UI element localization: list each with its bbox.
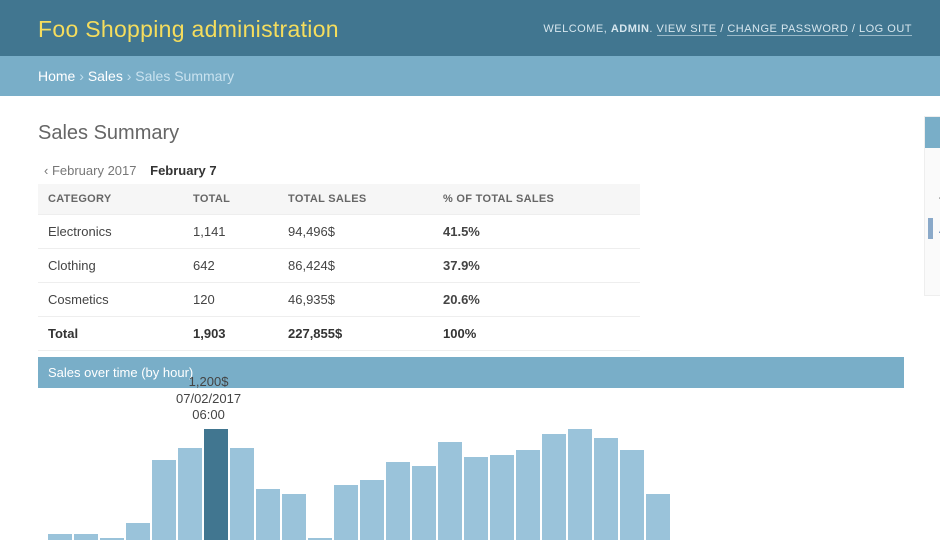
date-current: February 7 [150, 163, 216, 178]
cell-pct: 20.6% [433, 283, 640, 317]
sales-summary-table: CATEGORY TOTAL TOTAL SALES % OF TOTAL SA… [38, 184, 640, 351]
user-links: WELCOME, ADMIN. VIEW SITE / CHANGE PASSW… [543, 23, 912, 35]
chart-bar[interactable] [438, 442, 462, 540]
cell-pct: 37.9% [433, 249, 640, 283]
chart-bar[interactable] [490, 455, 514, 540]
cell-total: 1,141 [183, 215, 278, 249]
cell-total-sales: 46,935$ [278, 283, 433, 317]
tooltip-value: 1,200$ [189, 374, 229, 389]
cell-total-sales: 94,496$ [278, 215, 433, 249]
chart-bar[interactable] [412, 466, 436, 540]
chart-bar[interactable] [620, 450, 644, 540]
chart-bar[interactable] [464, 457, 488, 540]
dot: . [649, 23, 656, 35]
chart-bar[interactable] [516, 450, 540, 540]
welcome-label: WELCOME, [543, 23, 610, 35]
chart-bar[interactable] [74, 534, 98, 540]
chart-bar[interactable] [360, 480, 384, 540]
table-total-row: Total1,903227,855$100% [38, 317, 640, 351]
chart-bar[interactable] [568, 429, 592, 540]
sales-chart-container: 1,200$ 07/02/2017 06:00 [38, 388, 904, 540]
th-total: TOTAL [183, 184, 278, 215]
admin-username: ADMIN [611, 23, 650, 35]
chart-bar[interactable] [178, 448, 202, 540]
tooltip-date: 07/02/2017 [176, 391, 241, 406]
date-back-link[interactable]: ‹ February 2017 [44, 163, 137, 178]
cell-pct: 100% [433, 317, 640, 351]
chart-bar[interactable] [152, 460, 176, 540]
table-header-row: CATEGORY TOTAL TOTAL SALES % OF TOTAL SA… [38, 184, 640, 215]
cell-category: Total [38, 317, 183, 351]
chart-bar[interactable] [256, 489, 280, 540]
filter-option-all[interactable]: All [928, 218, 940, 239]
table-row: Clothing64286,424$37.9% [38, 249, 640, 283]
cell-total: 642 [183, 249, 278, 283]
cell-category: Clothing [38, 249, 183, 283]
chart-bar[interactable] [594, 438, 618, 540]
chart-bar[interactable] [204, 429, 228, 540]
breadcrumb: Home › Sales › Sales Summary [0, 56, 940, 96]
chart-tooltip: 1,200$ 07/02/2017 06:00 [176, 374, 241, 423]
breadcrumb-home[interactable]: Home [38, 68, 75, 84]
change-password-link[interactable]: CHANGE PASSWORD [727, 23, 848, 36]
th-total-sales: TOTAL SALES [278, 184, 433, 215]
breadcrumb-sep: › [75, 68, 87, 84]
view-site-link[interactable]: VIEW SITE [657, 23, 717, 36]
chart-bar[interactable] [230, 448, 254, 540]
th-category: CATEGORY [38, 184, 183, 215]
sales-over-time-header: Sales over time (by hour) [38, 357, 904, 388]
cell-pct: 41.5% [433, 215, 640, 249]
sep: / [717, 23, 728, 35]
tooltip-time: 06:00 [192, 407, 225, 422]
chart-bar[interactable] [646, 494, 670, 540]
breadcrumb-sep: › [123, 68, 135, 84]
cell-total-sales: 227,855$ [278, 317, 433, 351]
date-navigation: ‹ February 2017 February 7 [44, 163, 904, 178]
breadcrumb-sales[interactable]: Sales [88, 68, 123, 84]
cell-total: 120 [183, 283, 278, 317]
brand-title: Foo Shopping administration [38, 16, 339, 43]
cell-category: Electronics [38, 215, 183, 249]
chart-bar[interactable] [48, 534, 72, 540]
log-out-link[interactable]: LOG OUT [859, 23, 912, 36]
th-pct: % OF TOTAL SALES [433, 184, 640, 215]
cell-category: Cosmetics [38, 283, 183, 317]
filter-panel: FILTER By Device Type AllDesktopMobile [924, 116, 940, 296]
table-row: Electronics1,14194,496$41.5% [38, 215, 640, 249]
top-bar: Foo Shopping administration WELCOME, ADM… [0, 0, 940, 56]
page-title: Sales Summary [38, 122, 904, 145]
chart-bar[interactable] [282, 494, 306, 540]
cell-total: 1,903 [183, 317, 278, 351]
chart-bar[interactable] [386, 462, 410, 540]
table-row: Cosmetics12046,935$20.6% [38, 283, 640, 317]
breadcrumb-current: Sales Summary [135, 68, 234, 84]
chart-bar[interactable] [542, 434, 566, 540]
sales-bar-chart: 1,200$ 07/02/2017 06:00 [38, 406, 904, 540]
cell-total-sales: 86,424$ [278, 249, 433, 283]
filter-header: FILTER [925, 117, 940, 148]
sep: / [848, 23, 859, 35]
